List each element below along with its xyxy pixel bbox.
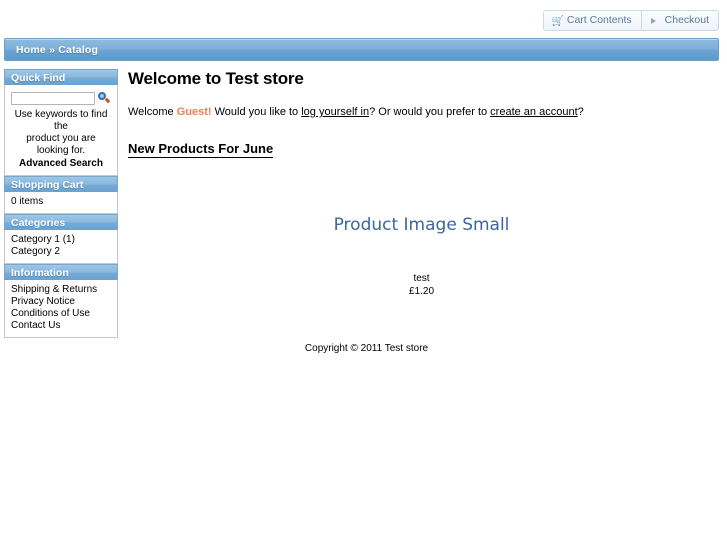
checkout-label: Checkout (664, 14, 709, 26)
quick-find-note-line1: Use keywords to find the (14, 109, 108, 132)
quick-find-row (11, 90, 111, 109)
main-content: Welcome to Test store Welcome Guest! Wou… (118, 69, 727, 354)
welcome-mid-2: ? Or would you prefer to (369, 106, 491, 118)
header-button-group: 🛒 Cart Contents Checkout (542, 10, 719, 31)
shopping-cart-heading: Shopping Cart (4, 176, 118, 192)
checkout-button[interactable]: Checkout (640, 11, 718, 30)
product-cell: Product Image Small test £1.20 (322, 214, 522, 298)
create-account-link[interactable]: create an account (490, 106, 577, 118)
arrow-right-icon (650, 15, 661, 25)
new-products-heading: New Products For June (128, 141, 274, 158)
quick-find-note-line2: product you are looking for. (26, 133, 96, 156)
categories-body: Category 1 (1) Category 2 (4, 230, 118, 264)
information-heading: Information (4, 264, 118, 280)
sidebar-item-category-2[interactable]: Category 2 (11, 246, 111, 258)
breadcrumb-text[interactable]: Home » Catalog (5, 44, 98, 56)
product-grid: Product Image Small test £1.20 (128, 214, 715, 298)
sidebar-item-privacy-notice[interactable]: Privacy Notice (11, 296, 111, 308)
page-layout: Quick Find Use keywords to find the prod… (0, 61, 727, 354)
footer-copyright: Copyright © 2011 Test store (304, 343, 429, 354)
sidebar-item-contact-us[interactable]: Contact Us (11, 320, 111, 332)
search-icon[interactable] (98, 92, 111, 105)
sidebar-box-information: Information Shipping & Returns Privacy N… (4, 264, 118, 338)
site-header: 🛒 Cart Contents Checkout (0, 0, 727, 38)
product-price: £1.20 (408, 286, 435, 297)
cart-contents-button[interactable]: 🛒 Cart Contents (543, 11, 641, 30)
welcome-mid-1: Would you like to (211, 106, 302, 118)
cart-contents-label: Cart Contents (566, 14, 632, 26)
quick-find-body: Use keywords to find the product you are… (4, 85, 118, 176)
sidebar-item-shipping-returns[interactable]: Shipping & Returns (11, 284, 111, 296)
shopping-cart-icon: 🛒 (551, 16, 565, 27)
page-title: Welcome to Test store (128, 69, 304, 88)
advanced-search-link[interactable]: Advanced Search (11, 158, 111, 169)
sidebar-item-conditions-of-use[interactable]: Conditions of Use (11, 308, 111, 320)
product-image-placeholder[interactable]: Product Image Small (322, 214, 522, 236)
welcome-suffix: ? (577, 106, 584, 118)
guest-label: Guest! (176, 106, 212, 118)
welcome-prefix: Welcome (128, 106, 177, 118)
log-in-link[interactable]: log yourself in (301, 106, 369, 118)
cart-item-count: 0 items (11, 196, 44, 207)
sidebar-box-shopping-cart: Shopping Cart 0 items (4, 176, 118, 214)
sidebar-item-category-1[interactable]: Category 1 (1) (11, 234, 111, 246)
sidebar-box-categories: Categories Category 1 (1) Category 2 (4, 214, 118, 264)
product-name-link[interactable]: test (322, 272, 522, 285)
quick-find-heading: Quick Find (4, 69, 118, 85)
sidebar: Quick Find Use keywords to find the prod… (4, 69, 118, 338)
categories-heading: Categories (4, 214, 118, 230)
search-input[interactable] (11, 92, 95, 105)
shopping-cart-body: 0 items (4, 192, 118, 214)
sidebar-box-quick-find: Quick Find Use keywords to find the prod… (4, 69, 118, 176)
welcome-message: Welcome Guest! Would you like to log you… (128, 105, 715, 119)
breadcrumb: Home » Catalog (4, 38, 719, 61)
information-body: Shipping & Returns Privacy Notice Condit… (4, 280, 118, 338)
